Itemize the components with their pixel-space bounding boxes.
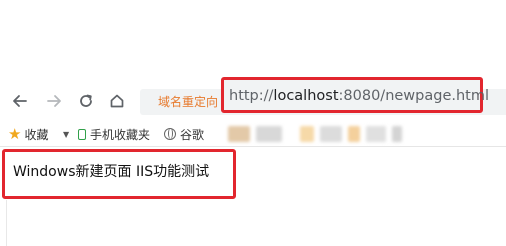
url-rest: :8080/newpage.html — [338, 88, 490, 104]
phone-icon — [78, 128, 86, 140]
home-icon — [110, 94, 124, 108]
bookmark-mobile-label: 手机收藏夹 — [90, 127, 151, 142]
reload-icon — [80, 94, 92, 107]
url-host: localhost — [273, 88, 339, 104]
bookmark-google[interactable]: 谷歌 — [164, 126, 204, 142]
bookmark-favorites[interactable]: ★ 收藏 — [8, 126, 48, 142]
page-content-text: Windows新建页面 IIS功能测试 — [13, 164, 210, 180]
star-icon: ★ — [8, 125, 22, 143]
url-prefix: http:// — [229, 88, 274, 104]
redirect-tip: 域名重定向 — [158, 95, 219, 109]
blurred-bookmark — [300, 126, 314, 142]
back-button[interactable] — [10, 91, 30, 111]
bookmarks-bar: ★ 收藏 ▼ 手机收藏夹 谷歌 — [0, 122, 506, 147]
url-text: http://localhost:8080/newpage.html — [229, 87, 489, 105]
page-content-highlight: Windows新建页面 IIS功能测试 — [2, 149, 236, 199]
blurred-bookmark — [348, 126, 360, 142]
blurred-bookmark — [366, 126, 386, 142]
forward-arrow-icon — [47, 95, 61, 107]
globe-icon — [164, 128, 176, 140]
browser-window: 域名重定向 http://localhost:8080/newpage.html… — [0, 0, 506, 246]
forward-button[interactable] — [44, 91, 64, 111]
blurred-bookmark — [392, 126, 402, 142]
back-arrow-icon — [13, 95, 27, 107]
page-divider — [6, 200, 7, 246]
bookmark-google-label: 谷歌 — [180, 127, 205, 142]
blurred-bookmark — [228, 126, 250, 142]
reload-button[interactable] — [76, 91, 96, 111]
url-field[interactable]: http://localhost:8080/newpage.html — [221, 77, 489, 113]
blurred-bookmark — [320, 126, 342, 142]
favorites-dropdown-icon[interactable]: ▼ — [63, 126, 69, 142]
home-button[interactable] — [107, 91, 127, 111]
bookmark-mobile[interactable]: 手机收藏夹 — [78, 126, 150, 142]
bookmark-favorites-label: 收藏 — [24, 127, 49, 142]
blurred-bookmark — [256, 126, 282, 142]
